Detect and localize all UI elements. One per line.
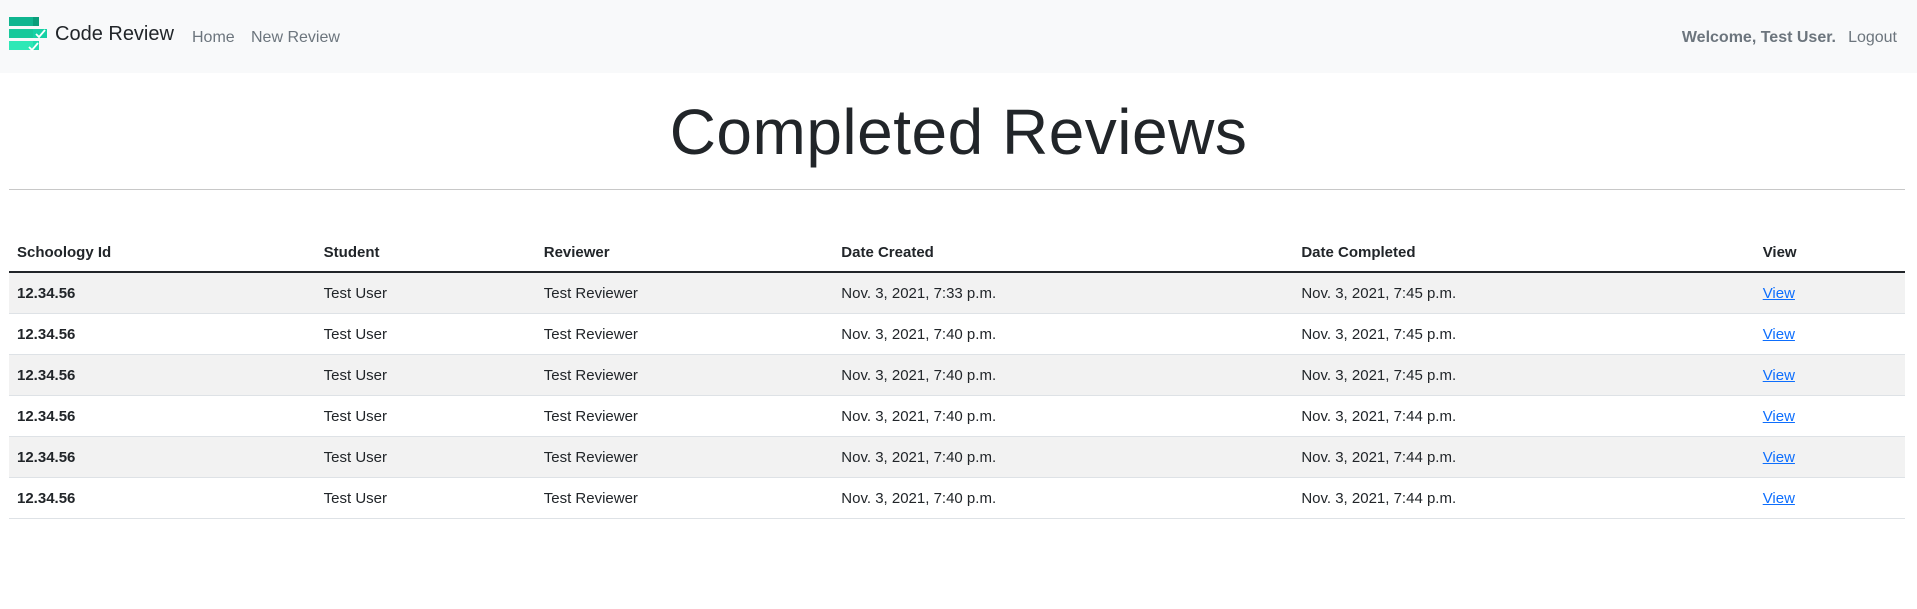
cell-date-created: Nov. 3, 2021, 7:40 p.m. (833, 395, 1294, 437)
table-row: 12.34.56 Test User Test Reviewer Nov. 3,… (9, 272, 1905, 314)
column-header-view: View (1754, 234, 1905, 273)
code-review-logo-icon (9, 17, 47, 52)
cell-view: View (1754, 272, 1905, 314)
cell-date-created: Nov. 3, 2021, 7:40 p.m. (833, 354, 1294, 396)
completed-reviews-table: Schoology Id Student Reviewer Date Creat… (9, 234, 1905, 519)
cell-date-completed: Nov. 3, 2021, 7:44 p.m. (1293, 477, 1755, 519)
welcome-message: Welcome, Test User. (1681, 29, 1836, 46)
page-title: Completed Reviews (669, 96, 1248, 168)
cell-student: Test User (315, 477, 536, 519)
cell-date-created: Nov. 3, 2021, 7:40 p.m. (833, 313, 1294, 355)
view-link[interactable]: View (1763, 490, 1795, 507)
column-header-student: Student (315, 234, 536, 273)
cell-reviewer: Test Reviewer (535, 395, 834, 437)
cell-schoology-id: 12.34.56 (9, 313, 316, 355)
cell-student: Test User (315, 354, 536, 396)
cell-date-created: Nov. 3, 2021, 7:40 p.m. (833, 477, 1294, 519)
table-row: 12.34.56 Test User Test Reviewer Nov. 3,… (9, 477, 1905, 519)
cell-view: View (1754, 313, 1905, 355)
column-header-schoology-id: Schoology Id (9, 234, 316, 273)
column-header-reviewer: Reviewer (535, 234, 834, 273)
column-header-date-completed: Date Completed (1293, 234, 1755, 273)
cell-reviewer: Test Reviewer (535, 313, 834, 355)
navbar: Code Review Home New Review Welcome, Tes… (0, 0, 1917, 73)
view-link[interactable]: View (1763, 285, 1795, 302)
cell-student: Test User (315, 436, 536, 478)
cell-schoology-id: 12.34.56 (9, 354, 316, 396)
cell-view: View (1754, 477, 1905, 519)
cell-schoology-id: 12.34.56 (9, 272, 316, 314)
cell-schoology-id: 12.34.56 (9, 436, 316, 478)
table-body: 12.34.56 Test User Test Reviewer Nov. 3,… (9, 272, 1905, 519)
cell-date-completed: Nov. 3, 2021, 7:45 p.m. (1293, 313, 1755, 355)
column-header-date-created: Date Created (833, 234, 1294, 273)
table-row: 12.34.56 Test User Test Reviewer Nov. 3,… (9, 395, 1905, 437)
brand-text: Code Review (55, 23, 174, 45)
cell-date-completed: Nov. 3, 2021, 7:44 p.m. (1293, 436, 1755, 478)
table-header: Schoology Id Student Reviewer Date Creat… (9, 234, 1905, 273)
cell-view: View (1754, 354, 1905, 396)
table-row: 12.34.56 Test User Test Reviewer Nov. 3,… (9, 436, 1905, 478)
cell-reviewer: Test Reviewer (535, 436, 834, 478)
view-link[interactable]: View (1763, 449, 1795, 466)
cell-reviewer: Test Reviewer (535, 272, 834, 314)
table-header-row: Schoology Id Student Reviewer Date Creat… (9, 234, 1905, 273)
view-link[interactable]: View (1763, 326, 1795, 343)
cell-date-completed: Nov. 3, 2021, 7:44 p.m. (1293, 395, 1755, 437)
table-row: 12.34.56 Test User Test Reviewer Nov. 3,… (9, 313, 1905, 355)
cell-student: Test User (315, 395, 536, 437)
cell-reviewer: Test Reviewer (535, 354, 834, 396)
view-link[interactable]: View (1763, 408, 1795, 425)
cell-schoology-id: 12.34.56 (9, 395, 316, 437)
cell-schoology-id: 12.34.56 (9, 477, 316, 519)
nav-home-link[interactable]: Home (192, 28, 235, 47)
cell-student: Test User (315, 272, 536, 314)
cell-view: View (1754, 395, 1905, 437)
logout-link[interactable]: Logout (1848, 28, 1897, 47)
cell-date-created: Nov. 3, 2021, 7:33 p.m. (833, 272, 1294, 314)
table-row: 12.34.56 Test User Test Reviewer Nov. 3,… (9, 354, 1905, 396)
cell-reviewer: Test Reviewer (535, 477, 834, 519)
cell-student: Test User (315, 313, 536, 355)
view-link[interactable]: View (1763, 367, 1795, 384)
brand-link[interactable]: Code Review (9, 17, 174, 55)
title-divider (9, 189, 1905, 190)
cell-date-created: Nov. 3, 2021, 7:40 p.m. (833, 436, 1294, 478)
cell-date-completed: Nov. 3, 2021, 7:45 p.m. (1293, 272, 1755, 314)
cell-view: View (1754, 436, 1905, 478)
nav-new-review-link[interactable]: New Review (251, 28, 340, 47)
cell-date-completed: Nov. 3, 2021, 7:45 p.m. (1293, 354, 1755, 396)
